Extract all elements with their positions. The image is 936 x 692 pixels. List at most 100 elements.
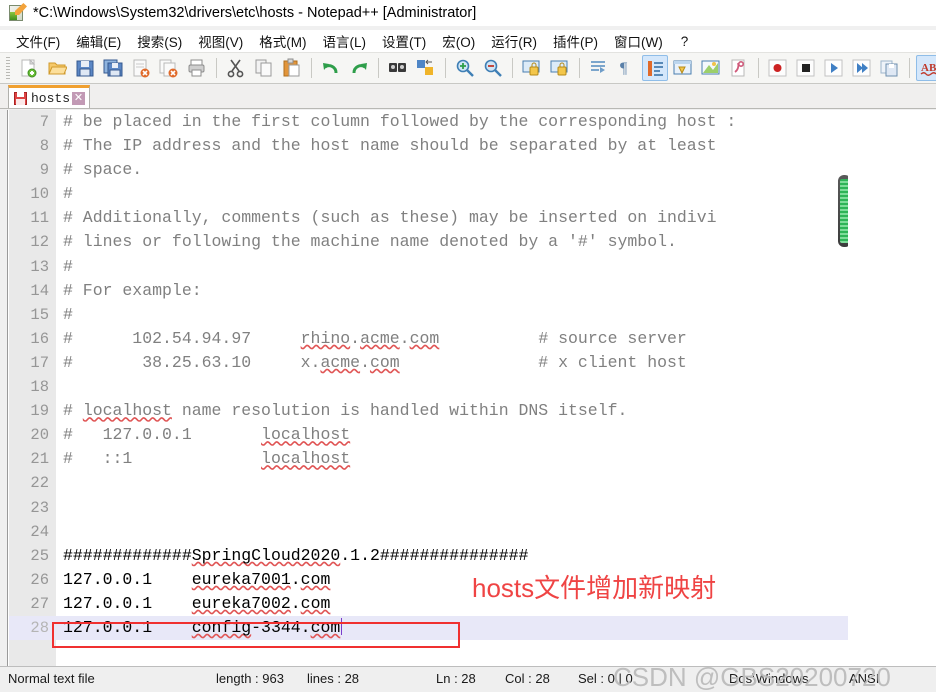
text-caret <box>341 617 343 635</box>
editor-right-strip <box>848 110 936 666</box>
line-text: # <box>63 184 73 204</box>
zoom-out-icon[interactable] <box>480 55 506 81</box>
user-defined-language-icon[interactable] <box>670 55 696 81</box>
zoom-in-icon[interactable] <box>452 55 478 81</box>
function-list-icon[interactable] <box>726 55 752 81</box>
menu-item-edit[interactable]: 编辑(E) <box>68 30 129 52</box>
editor-line[interactable]: 14 # For example: <box>9 279 848 303</box>
tab-hosts[interactable]: hosts ✕ <box>8 85 91 108</box>
editor-line[interactable]: 23 <box>9 496 848 520</box>
editor-line[interactable]: 9 # space. <box>9 158 848 182</box>
line-number: 13 <box>30 257 49 276</box>
editor-line[interactable]: 16 # 102.54.94.97 rhino.acme.com # source… <box>9 327 848 351</box>
stop-macro-icon[interactable] <box>793 55 819 81</box>
line-text: 127.0.0.1 eureka7001.com <box>63 569 331 589</box>
menu-item-help[interactable]: ? <box>671 33 699 50</box>
editor-line[interactable]: 17 # 38.25.63.10 x.acme.com # x client ho… <box>9 351 848 375</box>
sync-vertical-scroll-icon[interactable] <box>519 55 545 81</box>
editor-left-edge <box>0 110 8 666</box>
line-number: 28 <box>30 618 49 637</box>
menu-item-window[interactable]: 窗口(W) <box>606 30 671 52</box>
editor-line[interactable]: 13 # <box>9 255 848 279</box>
record-macro-icon[interactable] <box>765 55 791 81</box>
menu-item-view[interactable]: 视图(V) <box>190 30 251 52</box>
svg-text:¶: ¶ <box>620 60 628 77</box>
play-macro-icon[interactable] <box>821 55 847 81</box>
save-icon[interactable] <box>72 55 98 81</box>
save-macro-icon[interactable] <box>877 55 903 81</box>
indent-guide-icon[interactable] <box>642 55 668 81</box>
tab-label: hosts <box>31 90 71 106</box>
annotation-note-text: hosts文件增加新映射 <box>472 573 717 603</box>
editor-line[interactable]: 15 # <box>9 303 848 327</box>
run-macro-multiple-icon[interactable] <box>849 55 875 81</box>
editor-line[interactable]: 26 127.0.0.1 eureka7001.com <box>9 568 848 592</box>
unsaved-save-icon <box>14 91 27 105</box>
editor-line[interactable]: 7 # be placed in the first column followe… <box>9 110 848 134</box>
line-text: # lines or following the machine name de… <box>63 232 677 252</box>
close-file-icon[interactable] <box>128 55 154 81</box>
show-all-characters-icon[interactable]: ¶ <box>614 55 640 81</box>
editor-line[interactable]: 19 # localhost name resolution is handled… <box>9 399 848 423</box>
line-text: # The IP address and the host name shoul… <box>63 136 727 156</box>
editor-line-current[interactable]: 28 127.0.0.1 config-3344.com <box>9 615 848 641</box>
editor-line[interactable]: 10 # <box>9 182 848 206</box>
cut-icon[interactable] <box>223 55 249 81</box>
find-icon[interactable] <box>385 55 411 81</box>
print-icon[interactable] <box>184 55 210 81</box>
menu-item-plugins[interactable]: 插件(P) <box>545 30 606 52</box>
menu-item-language[interactable]: 语言(L) <box>315 30 375 52</box>
toolbar-grip[interactable] <box>6 57 10 79</box>
toolbar-separator <box>216 58 217 78</box>
line-number: 16 <box>30 329 49 348</box>
line-number: 24 <box>30 522 49 541</box>
editor-line[interactable]: 25 #############SpringCloud2020.1.2######… <box>9 544 848 568</box>
code-content[interactable]: 7 # be placed in the first column followe… <box>9 110 848 666</box>
editor-line[interactable]: 21 # ::1 localhost <box>9 447 848 471</box>
close-all-icon[interactable] <box>156 55 182 81</box>
editor-line[interactable]: 11 # Additionally, comments (such as thes… <box>9 206 848 230</box>
text-editor[interactable]: 7 # be placed in the first column followe… <box>9 110 848 666</box>
redo-icon[interactable] <box>346 55 372 81</box>
status-bar: Normal text file length : 963 lines : 28… <box>0 666 936 692</box>
toolbar-separator <box>909 58 910 78</box>
line-text: # localhost name resolution is handled w… <box>63 401 628 421</box>
menu-item-run[interactable]: 运行(R) <box>483 30 545 52</box>
save-all-icon[interactable] <box>100 55 126 81</box>
sync-horizontal-scroll-icon[interactable] <box>547 55 573 81</box>
editor-line[interactable]: 24 <box>9 520 848 544</box>
line-text: # For example: <box>63 280 202 300</box>
status-length: length : 963 <box>216 671 284 686</box>
editor-line[interactable]: 27 127.0.0.1 eureka7002.com <box>9 592 848 616</box>
word-wrap-icon[interactable] <box>586 55 612 81</box>
menu-item-format[interactable]: 格式(M) <box>251 30 314 52</box>
menu-item-file[interactable]: 文件(F) <box>8 30 68 52</box>
editor-line[interactable]: 20 # 127.0.0.1 localhost <box>9 423 848 447</box>
vertical-scrollbar-thumb[interactable] <box>838 175 848 247</box>
document-map-icon[interactable] <box>698 55 724 81</box>
line-number: 26 <box>30 570 49 589</box>
line-number: 22 <box>30 474 49 493</box>
new-file-icon[interactable] <box>16 55 42 81</box>
toolbar-separator <box>378 58 379 78</box>
notepad-plus-plus-icon <box>8 3 27 22</box>
line-number: 25 <box>30 546 49 565</box>
line-number: 20 <box>30 426 49 445</box>
undo-icon[interactable] <box>318 55 344 81</box>
close-icon[interactable]: ✕ <box>72 91 86 105</box>
line-text: # <box>63 256 73 276</box>
paste-icon[interactable] <box>279 55 305 81</box>
menu-item-macro[interactable]: 宏(O) <box>434 30 483 52</box>
copy-icon[interactable] <box>251 55 277 81</box>
line-number: 21 <box>30 450 49 469</box>
editor-line[interactable]: 12 # lines or following the machine name … <box>9 230 848 254</box>
line-number: 7 <box>39 113 49 131</box>
menu-item-search[interactable]: 搜索(S) <box>129 30 190 52</box>
menu-item-settings[interactable]: 设置(T) <box>374 30 434 52</box>
editor-line[interactable]: 8 # The IP address and the host name shou… <box>9 134 848 158</box>
editor-line[interactable]: 22 <box>9 471 848 495</box>
spell-check-icon[interactable]: ABC <box>916 55 936 81</box>
replace-icon[interactable] <box>413 55 439 81</box>
open-file-icon[interactable] <box>44 55 70 81</box>
editor-line[interactable]: 18 <box>9 375 848 399</box>
